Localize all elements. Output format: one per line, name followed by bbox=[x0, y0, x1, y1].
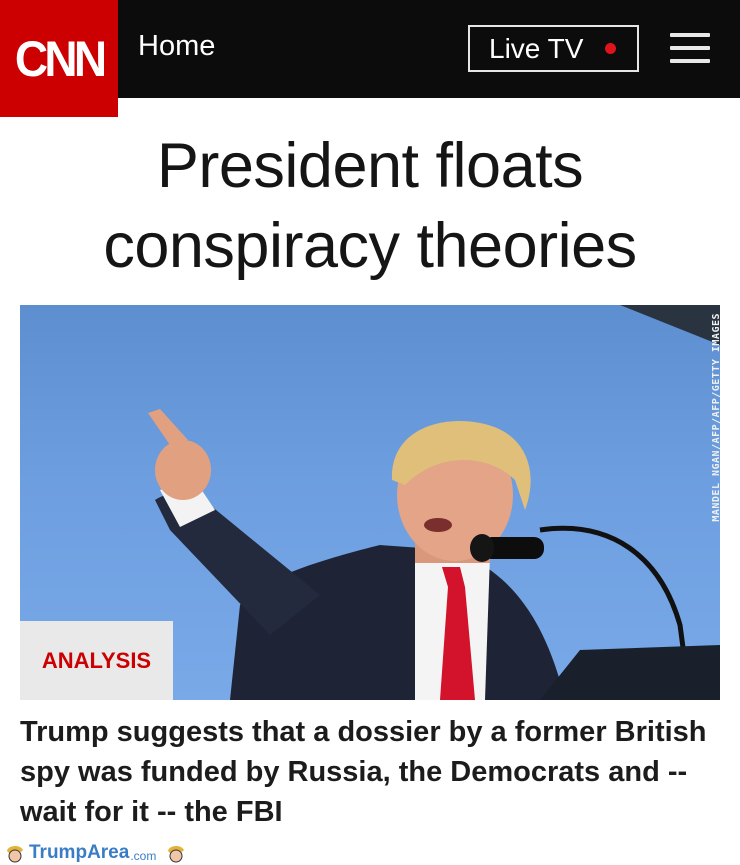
trump-face-icon bbox=[7, 845, 23, 863]
article-headline[interactable]: President floats conspiracy theories bbox=[20, 126, 720, 286]
logo-text: CNN bbox=[14, 30, 107, 87]
analysis-badge: ANALYSIS bbox=[20, 621, 173, 700]
home-link[interactable]: Home bbox=[138, 30, 215, 63]
live-indicator-dot bbox=[605, 43, 617, 54]
hero-image[interactable]: MANDEL NGAN/AFP/AFP/GETTY IMAGES ANALYSI… bbox=[20, 305, 720, 700]
analysis-badge-label: ANALYSIS bbox=[41, 647, 152, 673]
trump-face-icon bbox=[168, 845, 185, 863]
watermark-area: Area bbox=[87, 842, 130, 863]
watermark-com: .com bbox=[130, 848, 157, 863]
article-subheadline[interactable]: Trump suggests that a dossier by a forme… bbox=[20, 712, 725, 832]
watermark-trump: Trump bbox=[29, 842, 88, 863]
hamburger-menu-icon[interactable] bbox=[670, 33, 710, 63]
live-tv-label: Live TV bbox=[489, 32, 584, 64]
image-credit: MANDEL NGAN/AFP/AFP/GETTY IMAGES bbox=[711, 313, 720, 522]
live-tv-button[interactable]: Live TV bbox=[468, 25, 639, 72]
site-watermark: Trump Area .com bbox=[5, 841, 186, 865]
cnn-logo[interactable]: CNN bbox=[0, 0, 118, 117]
